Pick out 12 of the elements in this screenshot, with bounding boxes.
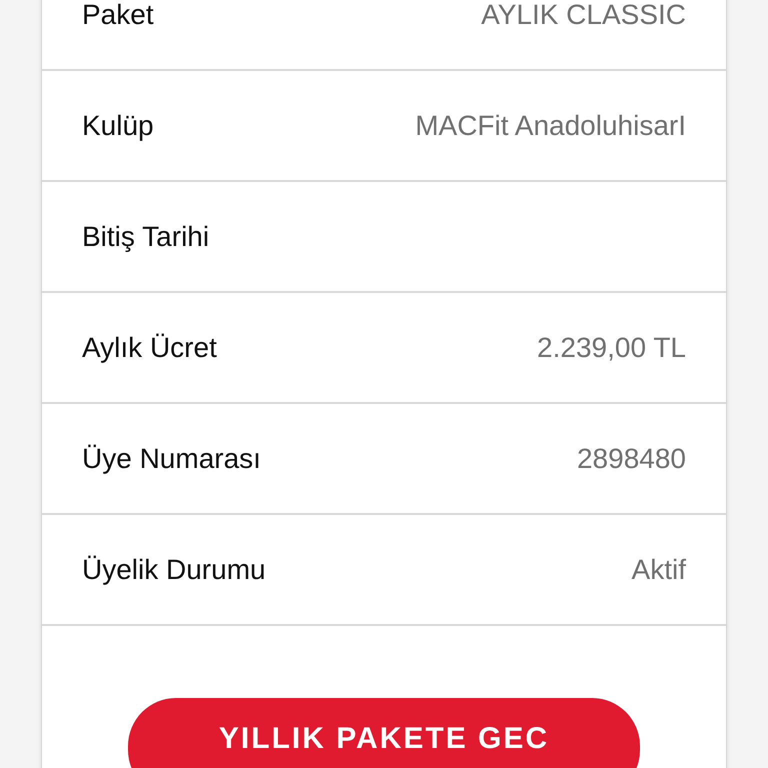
detail-value: AYLIK CLASSIC: [481, 0, 686, 30]
upgrade-button[interactable]: YILLIK PAKETE GEC: [128, 698, 640, 768]
detail-label: Üye Numarası: [82, 442, 261, 474]
detail-label: Üyelik Durumu: [82, 554, 266, 586]
detail-label: Paket: [82, 0, 154, 30]
detail-label: Aylık Ücret: [82, 332, 217, 364]
detail-label: Kulüp: [82, 110, 154, 142]
detail-value: 2.239,00 TL: [537, 332, 686, 364]
detail-value: 2898480: [576, 442, 686, 474]
detail-label: Bitiş Tarihi: [82, 220, 210, 252]
detail-value: MACFit AnadoluhisarI: [415, 110, 686, 142]
detail-value: Aktif: [632, 554, 686, 586]
